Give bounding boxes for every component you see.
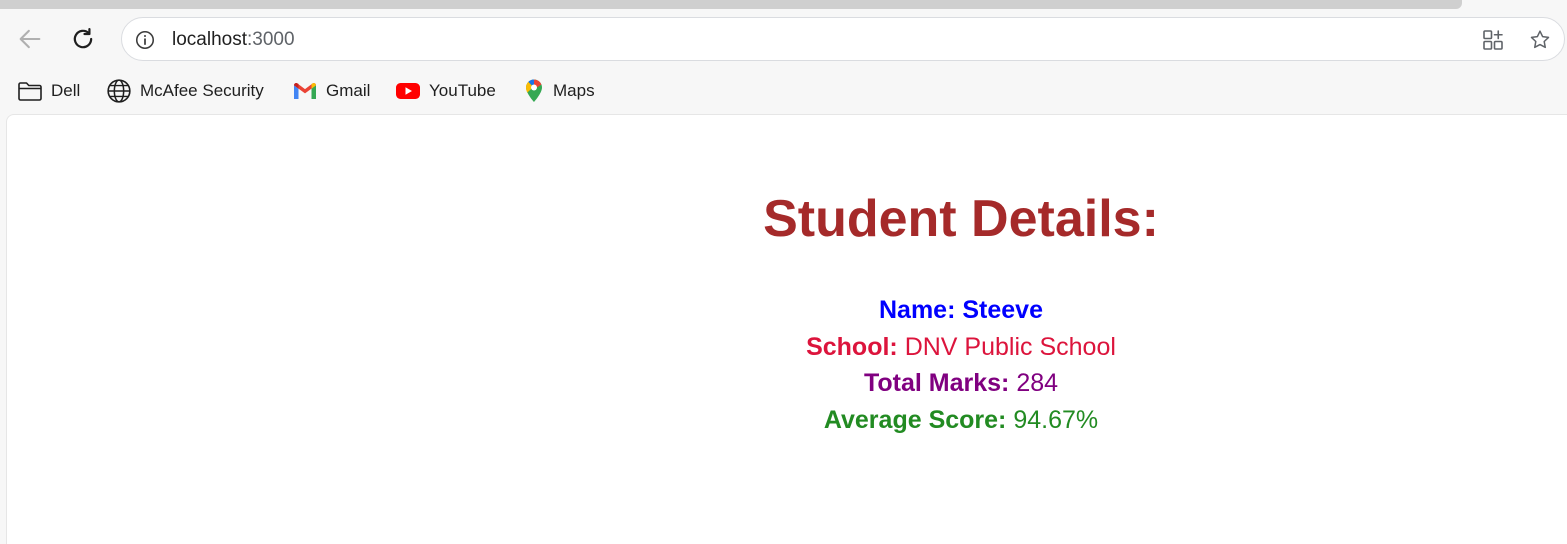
site-info-button[interactable] [132, 27, 158, 53]
total-marks-value: 284 [1016, 369, 1059, 397]
bookmark-gmail[interactable]: Gmail [292, 77, 370, 105]
name-label: Name: [879, 296, 956, 324]
school-value: DNV Public School [904, 332, 1116, 361]
page-title: Student Details: [763, 190, 1159, 248]
school-row: School: DNV Public School [7, 329, 1567, 366]
browser-toolbar: localhost:3000 [0, 9, 1567, 69]
page-viewport: Student Details: Name: Steeve School: DN… [6, 114, 1567, 544]
arrow-left-icon [19, 29, 41, 49]
reload-button[interactable] [66, 22, 100, 56]
bookmark-label: Gmail [326, 81, 371, 100]
bookmark-label: Dell [51, 81, 81, 100]
add-to-apps-button[interactable] [1480, 27, 1506, 53]
gmail-icon [294, 83, 316, 99]
back-button[interactable] [13, 22, 47, 56]
url-host: localhost [172, 29, 247, 50]
url-port: :3000 [247, 29, 295, 50]
bookmark-label: Maps [553, 81, 595, 100]
bookmark-label: McAfee Security [140, 81, 264, 100]
star-icon [1530, 30, 1550, 49]
youtube-icon [396, 83, 420, 99]
average-score-value: 94.67% [1013, 405, 1099, 434]
student-details-list: Name: Steeve School: DNV Public School T… [7, 292, 1567, 438]
bookmark-star-button[interactable] [1527, 27, 1553, 53]
tab-strip [0, 0, 1462, 9]
total-marks-label: Total Marks: [863, 369, 1010, 397]
school-label: School: [806, 332, 898, 361]
bookmarks-bar: Dell McAfee Security Gmail YouTube Maps [0, 69, 1567, 113]
folder-icon [18, 82, 42, 101]
bookmark-label: YouTube [429, 81, 496, 100]
url-text[interactable]: localhost:3000 [172, 29, 295, 51]
bookmark-maps[interactable]: Maps [523, 77, 595, 105]
bookmark-youtube[interactable]: YouTube [395, 77, 496, 105]
average-score-row: Average Score: 94.67% [7, 402, 1567, 439]
apps-plus-icon [1483, 30, 1503, 50]
info-icon [135, 30, 155, 50]
average-score-label: Average Score: [823, 405, 1007, 434]
maps-icon [525, 79, 542, 102]
reload-icon [73, 27, 93, 49]
total-marks-row: Total Marks: 284 [7, 365, 1567, 402]
student-name-row: Name: Steeve [7, 292, 1567, 329]
globe-icon [107, 79, 131, 103]
name-value: Steeve [962, 296, 1043, 324]
bookmark-mcafee-security[interactable]: McAfee Security [106, 77, 264, 105]
bookmark-dell[interactable]: Dell [17, 77, 80, 105]
address-bar[interactable]: localhost:3000 [121, 17, 1565, 61]
